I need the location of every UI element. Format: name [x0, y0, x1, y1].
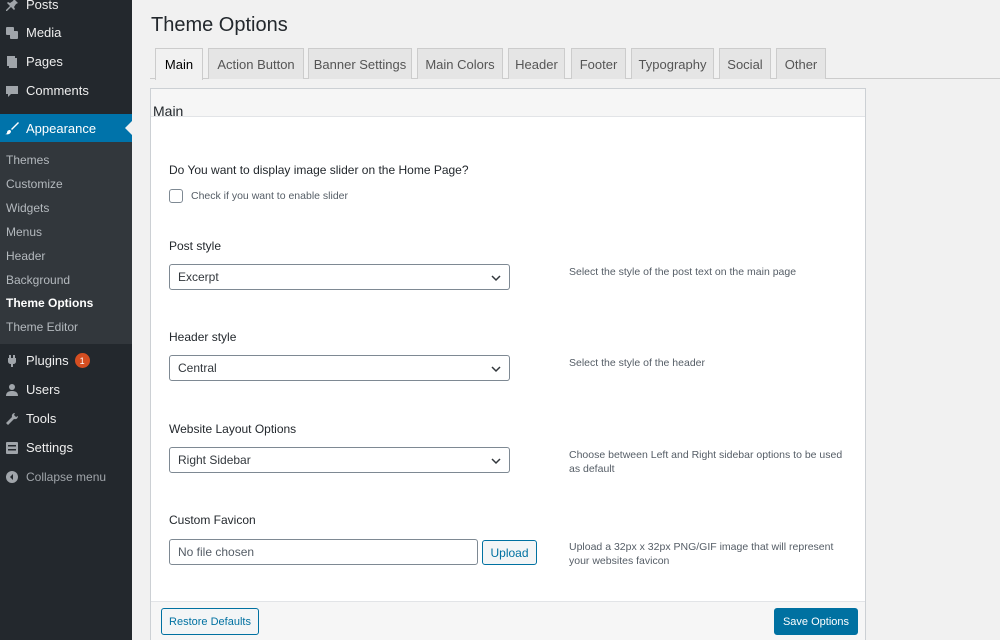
pin-icon — [5, 0, 19, 12]
sidebar-item-settings[interactable]: Settings — [0, 433, 132, 462]
upload-button[interactable]: Upload — [482, 540, 537, 565]
brush-icon — [5, 121, 19, 135]
post-style-label: Post style — [169, 239, 222, 253]
sidebar-item-label: Users — [26, 382, 60, 397]
panel-header — [151, 89, 865, 117]
sidebar-item-label: Tools — [26, 411, 57, 426]
submenu-item-background[interactable]: Background — [6, 271, 70, 289]
sidebar-item-label: Settings — [26, 440, 73, 455]
tab-main[interactable]: Main — [155, 48, 203, 80]
plugin-icon — [5, 354, 19, 368]
submenu-item-theme-editor[interactable]: Theme Editor — [6, 318, 78, 336]
post-style-value: Excerpt — [178, 270, 219, 284]
collapse-icon — [5, 470, 19, 484]
appearance-submenu: Themes Customize Widgets Menus Header Ba… — [0, 142, 132, 344]
enable-slider-label: Check if you want to enable slider — [191, 190, 349, 202]
sidebar-item-label: Plugins — [26, 353, 69, 368]
sidebar-item-label: Posts — [26, 0, 59, 12]
sidebar-item-posts[interactable]: Posts — [0, 0, 132, 19]
chevron-down-icon — [491, 272, 501, 282]
layout-value: Right Sidebar — [178, 453, 251, 467]
tab-banner-settings[interactable]: Banner Settings — [308, 48, 412, 79]
sidebar-item-label: Comments — [26, 83, 89, 98]
layout-select[interactable]: Right Sidebar — [169, 447, 510, 473]
sidebar-item-media[interactable]: Media — [0, 18, 132, 47]
sidebar-item-comments[interactable]: Comments — [0, 76, 132, 105]
post-style-select[interactable]: Excerpt — [169, 264, 510, 290]
submenu-item-themes[interactable]: Themes — [6, 151, 49, 169]
sidebar-item-label: Media — [26, 25, 62, 40]
media-icon — [5, 26, 19, 40]
tab-main-colors[interactable]: Main Colors — [417, 48, 503, 79]
favicon-file-field[interactable]: No file chosen — [169, 539, 478, 565]
collapse-menu-button[interactable]: Collapse menu — [0, 462, 132, 491]
sidebar-item-pages[interactable]: Pages — [0, 47, 132, 76]
submenu-item-menus[interactable]: Menus — [6, 223, 42, 241]
chevron-down-icon — [491, 363, 501, 373]
sidebar-item-plugins[interactable]: Plugins 1 — [0, 346, 132, 375]
submenu-item-customize[interactable]: Customize — [6, 175, 63, 193]
tab-footer[interactable]: Footer — [571, 48, 626, 79]
save-options-button[interactable]: Save Options — [774, 608, 858, 635]
tab-header[interactable]: Header — [508, 48, 565, 79]
sidebar-item-users[interactable]: Users — [0, 375, 132, 404]
submenu-item-header[interactable]: Header — [6, 247, 45, 265]
submenu-item-theme-options[interactable]: Theme Options — [6, 294, 93, 312]
users-icon — [5, 383, 19, 397]
sidebar-item-label: Collapse menu — [26, 469, 107, 484]
tab-typography[interactable]: Typography — [631, 48, 714, 79]
favicon-hint: Upload a 32px x 32px PNG/GIF image that … — [569, 541, 834, 567]
tab-social[interactable]: Social — [719, 48, 771, 79]
update-count-badge: 1 — [74, 353, 90, 368]
layout-hint: Choose between Left and Right sidebar op… — [569, 449, 843, 475]
sidebar-item-label: Pages — [26, 54, 63, 69]
enable-slider-checkbox[interactable] — [169, 189, 183, 203]
pages-icon — [5, 55, 19, 69]
tab-action-button[interactable]: Action Button — [208, 48, 304, 79]
restore-defaults-button[interactable]: Restore Defaults — [161, 608, 259, 635]
page-title: Theme Options — [151, 14, 288, 36]
admin-sidebar: Posts Media Pages Comments Appearance Th… — [0, 0, 132, 640]
sidebar-item-appearance[interactable]: Appearance — [0, 114, 132, 142]
options-panel: Main Do You want to display image slider… — [150, 88, 866, 640]
wrench-icon — [5, 412, 19, 426]
layout-label: Website Layout Options — [169, 422, 297, 436]
tab-other[interactable]: Other — [776, 48, 826, 79]
submenu-item-widgets[interactable]: Widgets — [6, 199, 49, 217]
panel-footer: Restore Defaults Save Options — [151, 601, 865, 640]
header-style-select[interactable]: Central — [169, 355, 510, 381]
panel-title: Main — [153, 103, 184, 119]
post-style-hint: Select the style of the post text on the… — [569, 266, 797, 278]
settings-icon — [5, 441, 19, 455]
slider-question: Do You want to display image slider on t… — [169, 163, 469, 177]
chevron-down-icon — [491, 455, 501, 465]
comments-icon — [5, 84, 19, 98]
sidebar-item-label: Appearance — [26, 120, 97, 136]
header-style-label: Header style — [169, 330, 237, 344]
favicon-label: Custom Favicon — [169, 513, 256, 527]
sidebar-item-tools[interactable]: Tools — [0, 404, 132, 433]
header-style-hint: Select the style of the header — [569, 357, 706, 369]
header-style-value: Central — [178, 361, 217, 375]
